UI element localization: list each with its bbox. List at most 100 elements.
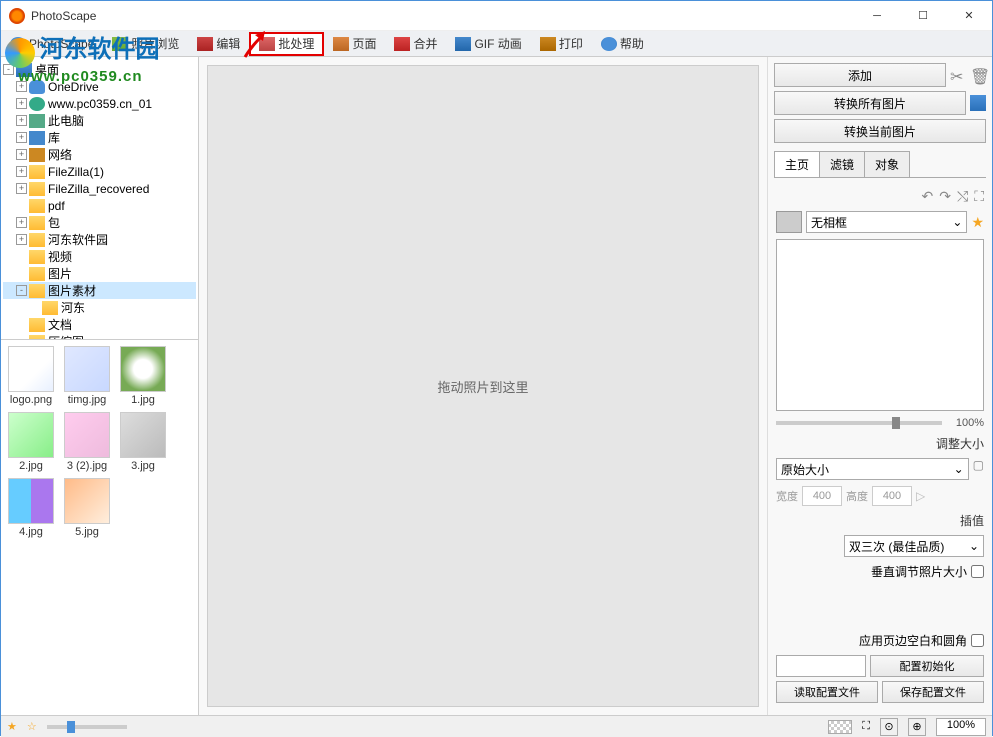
config-reset-button[interactable]: 配置初始化 (870, 655, 984, 677)
tab-filter[interactable]: 滤镜 (819, 151, 865, 177)
tree-item[interactable]: +OneDrive (3, 78, 196, 95)
frame-select[interactable]: 无相框 ⌄ (806, 211, 967, 233)
tab-object[interactable]: 对象 (864, 151, 910, 177)
size-action-icon[interactable]: ▷ (916, 489, 925, 503)
tab-print[interactable]: 打印 (531, 32, 592, 56)
tree-expander[interactable]: + (16, 98, 27, 109)
thumbnail-label: 5.jpg (75, 526, 99, 538)
thumbnail[interactable]: logo.png (7, 346, 55, 406)
tab-page[interactable]: 页面 (324, 32, 385, 56)
tree-item[interactable]: +FileZilla(1) (3, 163, 196, 180)
opacity-slider[interactable] (776, 421, 942, 425)
zoom-fit-button[interactable]: ⊙ (880, 718, 898, 736)
tree-expander[interactable]: - (16, 285, 27, 296)
tree-item[interactable]: 视频 (3, 248, 196, 265)
expand-icon[interactable]: ⛶ (974, 188, 984, 205)
tab-gif[interactable]: GIF 动画 (446, 32, 530, 56)
resize-mode-select[interactable]: 原始大小 ⌄ (776, 458, 969, 480)
tree-item[interactable]: 图片 (3, 265, 196, 282)
folder-tree[interactable]: -桌面+OneDrive+www.pc0359.cn_01+此电脑+库+网络+F… (1, 57, 198, 339)
expand-icon[interactable]: ⛶ (862, 720, 870, 733)
thumbnail-grid[interactable]: logo.pngtimg.jpg1.jpg 2.jpg3 (2).jpg3.jpg… (1, 339, 198, 715)
thumbnail[interactable]: 3.jpg (119, 412, 167, 472)
tree-item[interactable]: -桌面 (3, 61, 196, 78)
zoom-value[interactable]: 100% (936, 718, 986, 736)
tree-item[interactable]: +库 (3, 129, 196, 146)
tree-item[interactable]: pdf (3, 197, 196, 214)
close-button[interactable]: ✕ (946, 1, 992, 31)
apply-margin-checkbox[interactable] (971, 634, 984, 647)
thumbnail-image (120, 346, 166, 392)
config-load-button[interactable]: 读取配置文件 (776, 681, 878, 703)
tab-photo[interactable]: 照片浏览 (103, 32, 188, 56)
trash-icon[interactable]: 🗑 (970, 67, 986, 83)
undo-icon[interactable]: ↶ (922, 188, 934, 205)
tree-expander[interactable]: + (16, 81, 27, 92)
tree-expander[interactable]: - (3, 64, 14, 75)
tab-merge[interactable]: 合并 (385, 32, 446, 56)
width-input[interactable] (802, 486, 842, 506)
convert-current-button[interactable]: 转换当前图片 (774, 119, 986, 143)
history-icons: ↶ ↷ ⤭ ⛶ (776, 188, 984, 205)
tab-globe[interactable]: PhotoScape (1, 32, 103, 56)
opacity-value: 100% (948, 417, 984, 429)
shuffle-icon[interactable]: ⤭ (957, 188, 968, 205)
config-save-button[interactable]: 保存配置文件 (882, 681, 984, 703)
vertical-fit-checkbox[interactable] (971, 565, 984, 578)
tree-item-label: 文档 (48, 316, 72, 333)
tree-expander[interactable]: + (16, 183, 27, 194)
tree-item[interactable]: +www.pc0359.cn_01 (3, 95, 196, 112)
star-icon[interactable]: ★ (7, 720, 17, 733)
left-zoom-slider[interactable] (47, 725, 127, 729)
interp-select[interactable]: 双三次 (最佳品质) ⌄ (844, 535, 984, 557)
convert-all-button[interactable]: 转换所有图片 (774, 91, 966, 115)
tree-item-label: 图片 (48, 265, 72, 282)
tab-home[interactable]: 主页 (774, 151, 820, 177)
zoom-actual-button[interactable]: ⊕ (908, 718, 926, 736)
tree-expander[interactable]: + (16, 115, 27, 126)
thumbnail[interactable]: timg.jpg (63, 346, 111, 406)
list-icon[interactable] (970, 95, 986, 111)
thumbnail[interactable]: 3 (2).jpg (63, 412, 111, 472)
tab-label: 编辑 (216, 35, 240, 52)
star-icon[interactable]: ★ (971, 214, 984, 231)
checker-icon[interactable] (828, 720, 852, 734)
height-input[interactable] (872, 486, 912, 506)
apply-margin-label: 应用页边空白和圆角 (859, 632, 967, 649)
thumbnail[interactable]: 1.jpg (119, 346, 167, 406)
tree-expander[interactable]: + (16, 166, 27, 177)
redo-icon[interactable]: ↷ (939, 188, 951, 205)
window-controls: ─ ☐ ✕ (854, 1, 992, 31)
add-button[interactable]: 添加 (774, 63, 946, 87)
tab-batch[interactable]: 批处理 (249, 32, 324, 56)
tree-expander[interactable]: + (16, 234, 27, 245)
tree-item[interactable]: +包 (3, 214, 196, 231)
frame-preview (776, 211, 802, 233)
thumbnail[interactable]: 5.jpg (63, 478, 111, 538)
tree-item[interactable]: -图片素材 (3, 282, 196, 299)
tab-edit[interactable]: 编辑 (188, 32, 249, 56)
star-icon[interactable]: ☆ (27, 720, 37, 733)
config-display (776, 655, 866, 677)
tree-item[interactable]: 文档 (3, 316, 196, 333)
tree-expander[interactable]: + (16, 132, 27, 143)
tree-item-label: pdf (48, 199, 65, 213)
tab-help[interactable]: 帮助 (592, 32, 653, 56)
folder-icon (29, 165, 45, 179)
tree-expander[interactable]: + (16, 217, 27, 228)
frame-input[interactable] (776, 239, 984, 411)
drop-canvas[interactable]: 拖动照片到这里 (207, 65, 759, 707)
resize-options-icon[interactable]: ▢ (973, 458, 984, 480)
tree-item[interactable]: +FileZilla_recovered (3, 180, 196, 197)
tree-item[interactable]: +此电脑 (3, 112, 196, 129)
tree-expander[interactable]: + (16, 149, 27, 160)
interp-mode-label: 双三次 (最佳品质) (849, 538, 944, 555)
thumbnail[interactable]: 4.jpg (7, 478, 55, 538)
tree-item[interactable]: +网络 (3, 146, 196, 163)
tree-item[interactable]: 河东 (3, 299, 196, 316)
minimize-button[interactable]: ─ (854, 1, 900, 31)
scissors-icon[interactable]: ✂ (950, 67, 966, 83)
thumbnail[interactable]: 2.jpg (7, 412, 55, 472)
tree-item[interactable]: +河东软件园 (3, 231, 196, 248)
maximize-button[interactable]: ☐ (900, 1, 946, 31)
